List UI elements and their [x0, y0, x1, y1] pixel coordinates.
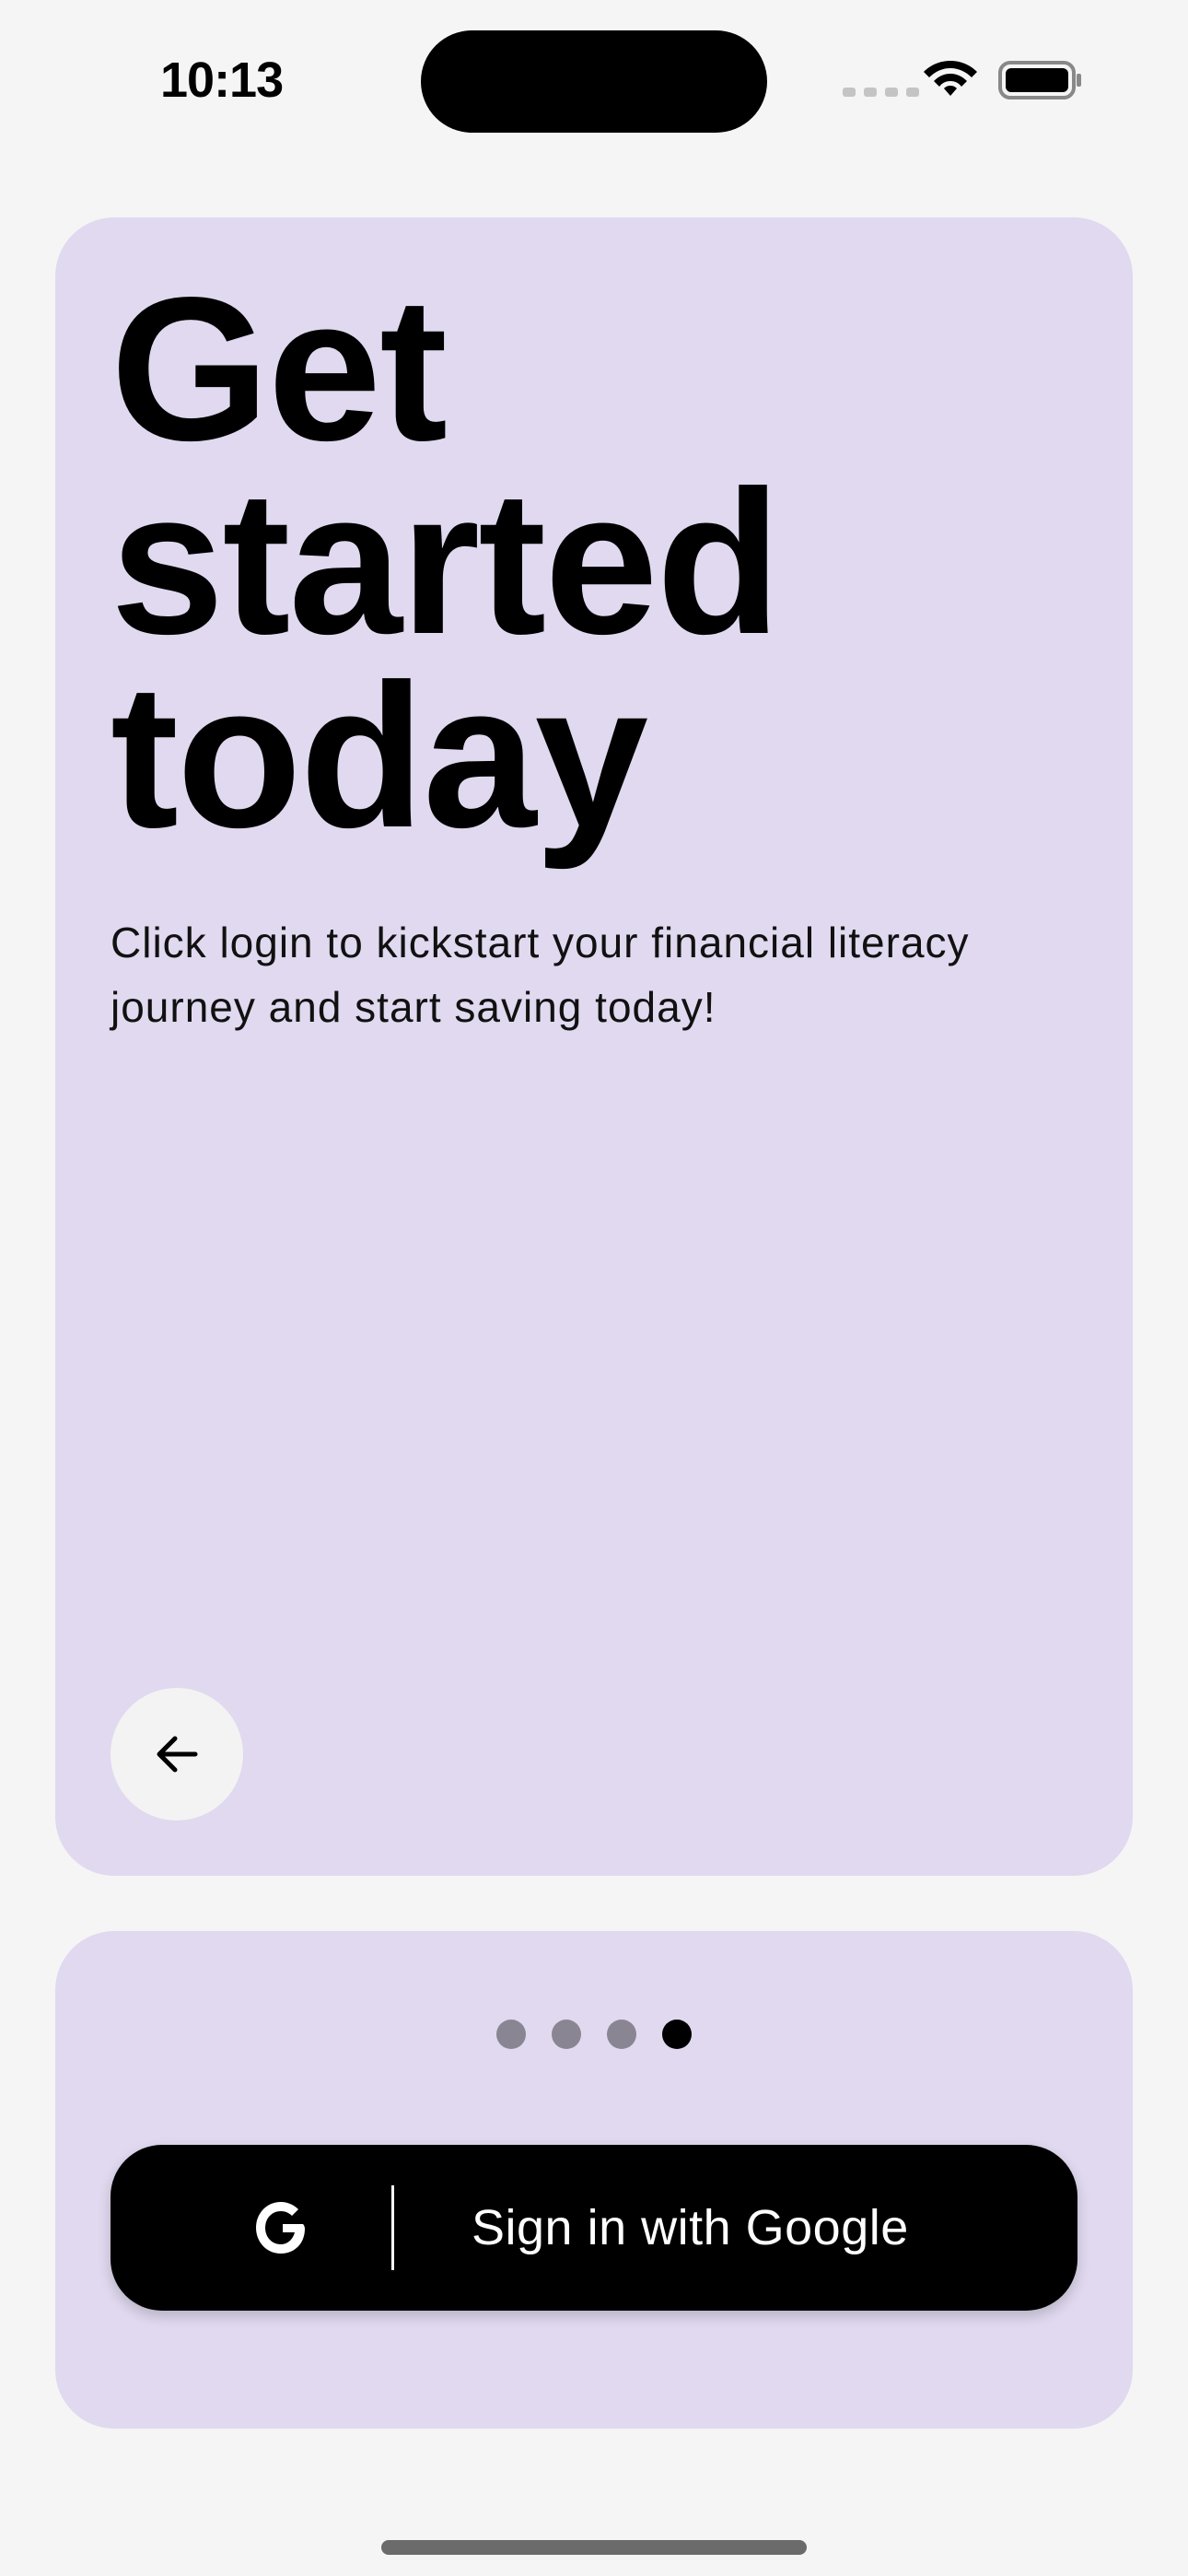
google-g-icon	[256, 2202, 305, 2254]
page-dot	[496, 2020, 526, 2049]
sign-in-card: Sign in with Google	[55, 1931, 1133, 2429]
page-dot-active	[662, 2020, 692, 2049]
button-divider	[391, 2185, 394, 2270]
wifi-icon	[924, 61, 977, 96]
page-indicator	[55, 2020, 1133, 2049]
cellular-signal-icon	[843, 88, 919, 97]
arrow-left-icon	[157, 1736, 198, 1773]
back-button[interactable]	[111, 1688, 243, 1821]
sign-in-with-google-button[interactable]: Sign in with Google	[111, 2145, 1077, 2311]
page-dot	[607, 2020, 636, 2049]
dynamic-island	[421, 30, 767, 133]
page-subtitle: Click login to kickstart your financial …	[111, 919, 970, 1031]
sign-in-label: Sign in with Google	[472, 2200, 909, 2255]
page-dot	[552, 2020, 581, 2049]
onboarding-card: Get started today Click login to kicksta…	[55, 217, 1133, 1876]
status-time: 10:13	[160, 53, 284, 108]
battery-icon	[998, 61, 1081, 100]
home-indicator[interactable]	[381, 2540, 807, 2555]
page-title: Get started today	[111, 255, 781, 871]
